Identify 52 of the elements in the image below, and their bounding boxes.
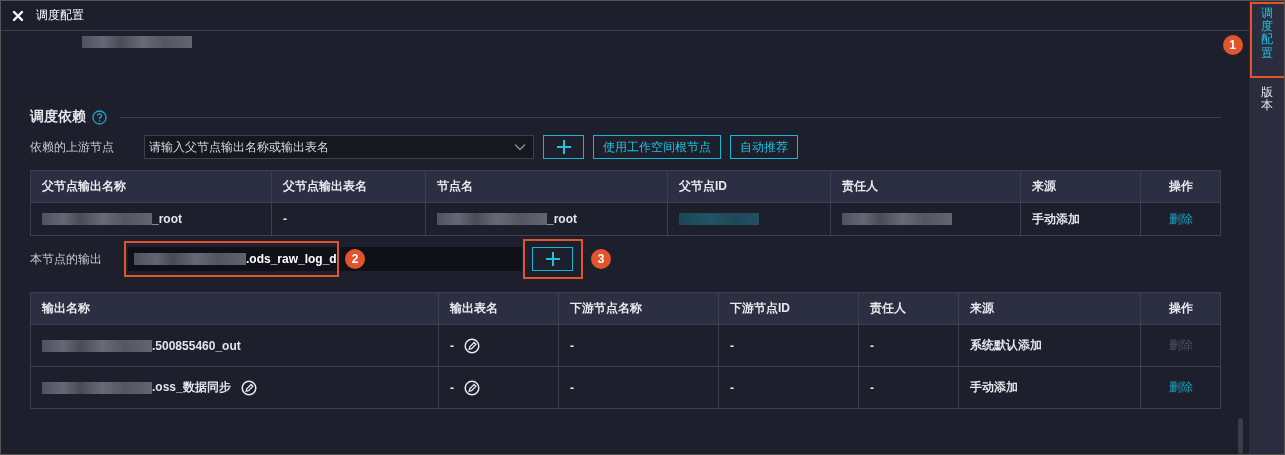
field-label: 本节点的输出	[30, 250, 103, 268]
scrollbar	[1238, 418, 1243, 454]
column-header: 来源	[1021, 171, 1141, 203]
table-cell: -	[719, 367, 859, 409]
column-header: 父节点输出名称	[31, 171, 272, 203]
table-cell: -	[859, 325, 959, 367]
plus-icon	[556, 140, 571, 154]
callout-frame	[523, 239, 583, 279]
column-header: 输出表名	[439, 293, 559, 325]
delete-link[interactable]: 删除	[1168, 379, 1193, 396]
add-button[interactable]	[532, 247, 573, 271]
delete-link[interactable]: 删除	[1168, 210, 1193, 228]
column-header: 父节点输出表名	[272, 171, 426, 203]
column-header: 来源	[959, 293, 1141, 325]
table-cell: -	[719, 325, 859, 367]
table-cell: 手动添加	[959, 367, 1141, 409]
column-header: 下游节点ID	[719, 293, 859, 325]
column-header: 下游节点名称	[559, 293, 719, 325]
add-button[interactable]	[543, 135, 584, 159]
table-cell: -	[559, 325, 719, 367]
cell-text: -	[450, 338, 454, 353]
field-label: 依赖的上游节点	[30, 138, 115, 156]
table-cell: 手动添加	[1021, 203, 1141, 236]
column-header: 责任人	[831, 171, 1021, 203]
chevron-down-icon	[514, 143, 526, 151]
sidebar-tab[interactable]: 调度配置	[1260, 5, 1273, 62]
callout-badge: 3	[591, 249, 611, 269]
select-field[interactable]: 请输入父节点输出名称或输出表名	[144, 135, 534, 159]
column-header: 节点名	[426, 171, 668, 203]
table-cell: -	[559, 367, 719, 409]
plus-icon	[545, 252, 560, 266]
table-cell: 系统默认添加	[959, 325, 1141, 367]
cell-text: .500855460_out	[152, 338, 241, 353]
column-header: 操作	[1141, 293, 1221, 325]
cell-text: _root	[152, 212, 182, 226]
column-header: 输出名称	[31, 293, 439, 325]
field-value: .ods_raw_log_d	[246, 252, 337, 266]
close-icon	[12, 9, 24, 22]
window-title: 调度配置	[36, 7, 84, 24]
section-title: 调度依赖	[30, 108, 86, 126]
action-button[interactable]: 使用工作空间根节点	[593, 135, 721, 159]
column-header: 责任人	[859, 293, 959, 325]
sidebar-tab[interactable]: 版本	[1260, 83, 1273, 115]
table-cell: -	[272, 203, 426, 236]
cell-text: -	[450, 380, 454, 395]
action-button[interactable]: 自动推荐	[730, 135, 798, 159]
table-cell: -	[859, 367, 959, 409]
column-header: 父节点ID	[668, 171, 831, 203]
cell-text: .oss_数据同步	[152, 379, 231, 396]
help-icon	[92, 109, 107, 125]
column-header: 操作	[1141, 171, 1221, 203]
cell-text: _root	[547, 212, 577, 226]
